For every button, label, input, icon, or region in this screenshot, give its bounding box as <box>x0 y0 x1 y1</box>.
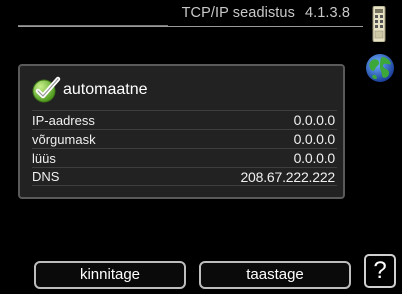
thermostat-device-icon <box>372 6 386 42</box>
gateway-row[interactable]: lüüs 0.0.0.0 <box>32 148 337 167</box>
confirm-button[interactable]: kinnitage <box>34 261 186 289</box>
dns-label: DNS <box>32 169 60 184</box>
netmask-label: võrgumask <box>32 131 96 147</box>
ip-address-row[interactable]: IP-aadress 0.0.0.0 <box>32 110 337 129</box>
header-divider <box>18 26 363 27</box>
page-title-text: TCP/IP seadistus <box>181 5 295 21</box>
ip-address-label: IP-aadress <box>32 112 95 128</box>
checkmark-icon[interactable] <box>31 75 61 105</box>
page-title: TCP/IP seadistus 4.1.3.8 <box>182 5 350 21</box>
gateway-label: lüüs <box>32 150 56 166</box>
netmask-value: 0.0.0.0 <box>293 131 336 147</box>
dns-row[interactable]: DNS 208.67.222.222 <box>32 167 337 186</box>
dns-value: 208.67.222.222 <box>240 168 335 185</box>
help-icon[interactable]: ? <box>364 254 396 288</box>
netmask-row[interactable]: võrgumask 0.0.0.0 <box>32 129 337 148</box>
menu-number: 4.1.3.8 <box>304 5 350 21</box>
ip-address-value: 0.0.0.0 <box>293 112 336 128</box>
automatic-checkbox-row[interactable]: automaatne <box>31 73 331 107</box>
gateway-value: 0.0.0.0 <box>293 150 336 166</box>
screen: TCP/IP seadistus 4.1.3.8 automaatne IP-a… <box>0 0 402 294</box>
help-label: ? <box>373 257 387 284</box>
automatic-label: automaatne <box>63 81 148 98</box>
globe-icon <box>366 54 394 82</box>
reset-button[interactable]: taastage <box>199 261 351 289</box>
tcpip-settings-panel: automaatne IP-aadress 0.0.0.0 võrgumask … <box>18 64 345 199</box>
